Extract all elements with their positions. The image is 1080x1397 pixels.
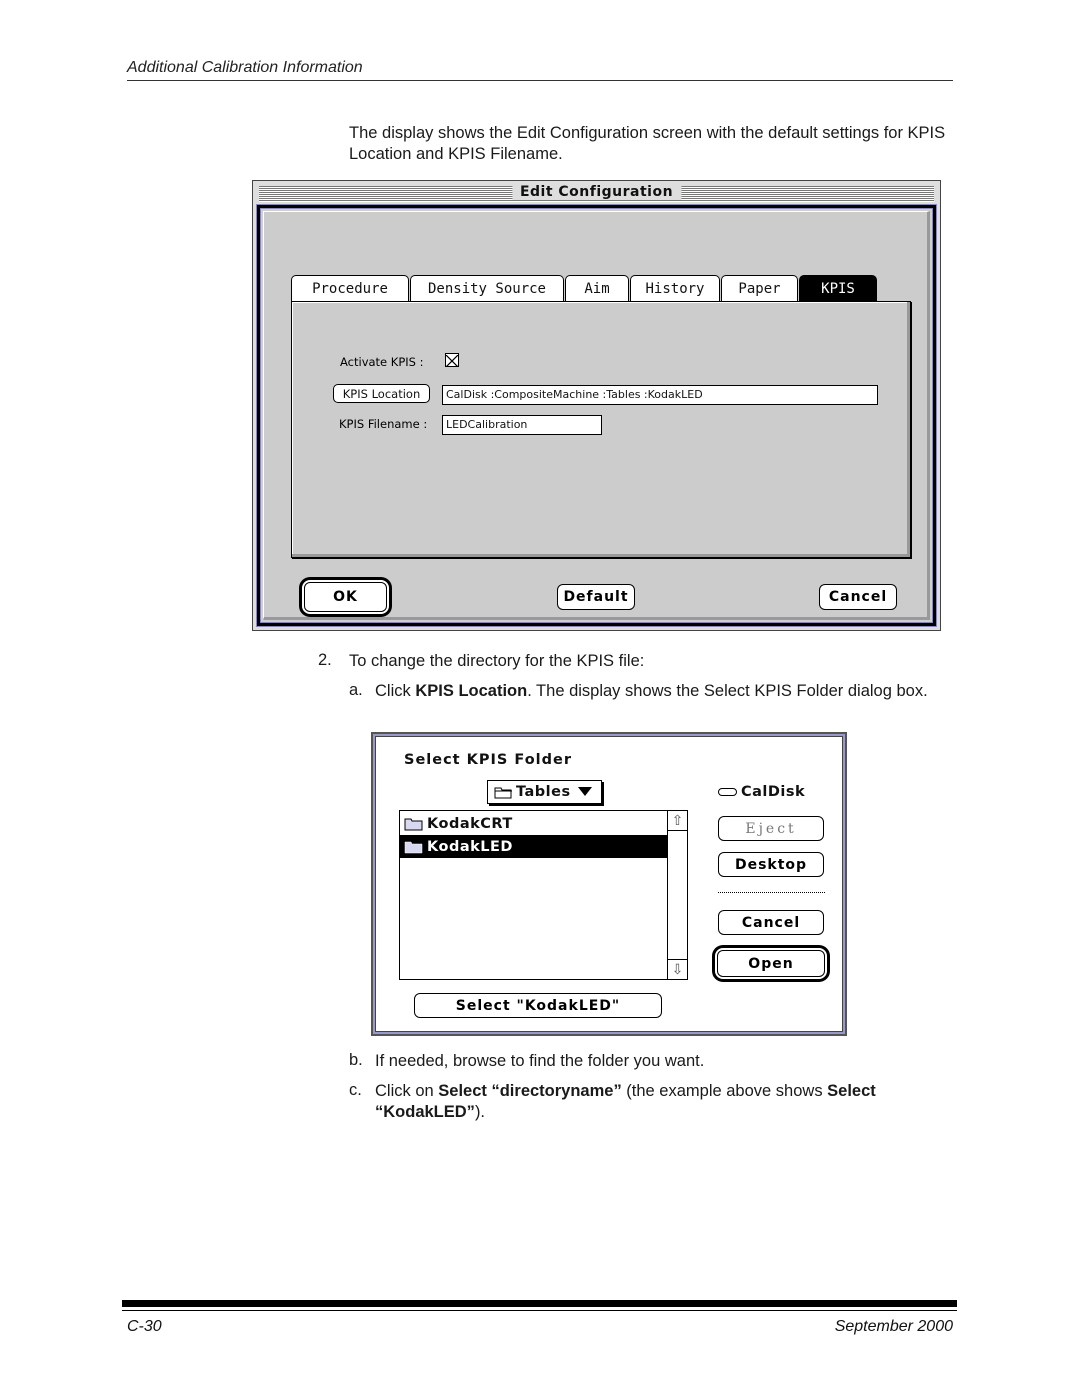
intro-paragraph: The display shows the Edit Configuration… — [349, 124, 946, 163]
step-a-text: Click KPIS Location. The display shows t… — [375, 681, 945, 702]
folder-name: KodakCRT — [427, 815, 513, 832]
text: ). — [474, 1103, 486, 1121]
kpis-filename-label: KPIS Filename : — [339, 417, 428, 431]
list-item[interactable]: KodakCRT — [400, 812, 668, 835]
open-folder-icon — [494, 787, 512, 799]
folder-icon — [404, 841, 423, 853]
tab-paper[interactable]: Paper — [721, 275, 798, 301]
ui-reference: Select “directoryname” — [438, 1082, 622, 1100]
title-bar[interactable]: Edit Configuration — [255, 183, 938, 205]
step-b-text: If needed, browse to find the folder you… — [375, 1052, 705, 1070]
kpis-filename-field[interactable]: LEDCalibration — [442, 415, 602, 435]
dotted-separator — [718, 892, 825, 893]
cancel-button[interactable]: Cancel — [819, 584, 897, 610]
page-number: C-30 — [127, 1318, 162, 1335]
cancel-button[interactable]: Cancel — [718, 910, 824, 935]
activate-kpis-label: Activate KPIS : — [340, 355, 424, 369]
scroll-down-arrow-icon[interactable]: ⇩ — [668, 959, 687, 979]
tab-label: Procedure — [312, 280, 388, 297]
desktop-button[interactable]: Desktop — [718, 852, 824, 877]
tab-procedure[interactable]: Procedure — [291, 275, 409, 301]
tab-label: Aim — [584, 280, 610, 297]
tab-history[interactable]: History — [630, 275, 720, 301]
select-kpis-folder-dialog: Select KPIS Folder Tables CalDisk KodakC… — [371, 732, 847, 1036]
select-folder-button[interactable]: Select "KodakLED" — [414, 993, 662, 1018]
folder-list[interactable]: KodakCRT KodakLED ⇧ ⇩ — [399, 810, 688, 980]
open-button[interactable]: Open — [717, 950, 825, 977]
footer-rule-thin — [122, 1310, 957, 1311]
step-c-marker: c. — [349, 1081, 362, 1099]
default-button[interactable]: Default — [557, 584, 635, 610]
step-c-text: Click on Select “directoryname” (the exa… — [375, 1081, 945, 1123]
list-scrollbar[interactable]: ⇧ ⇩ — [667, 811, 687, 979]
tab-label: Paper — [738, 280, 781, 297]
scroll-up-arrow-icon[interactable]: ⇧ — [668, 811, 687, 831]
window-content: Procedure Density Source Aim History Pap… — [263, 211, 930, 620]
eject-button[interactable]: Eject — [718, 816, 824, 841]
text: Click — [375, 682, 416, 700]
step-2-text: To change the directory for the KPIS fil… — [349, 652, 645, 670]
folder-popup-menu[interactable]: Tables — [487, 780, 602, 804]
tab-label: Density Source — [427, 280, 546, 297]
text: Click on — [375, 1082, 439, 1100]
step-a-marker: a. — [349, 681, 363, 699]
disk-icon — [718, 788, 737, 796]
ok-button[interactable]: OK — [304, 582, 387, 612]
text: . The display shows the Select KPIS Fold… — [527, 682, 928, 700]
edit-configuration-window: Edit Configuration Procedure Density Sou… — [252, 180, 941, 631]
folder-icon — [404, 818, 423, 830]
checkmark-x-icon — [445, 354, 459, 368]
current-folder-name: Tables — [516, 784, 571, 800]
header-rule — [127, 80, 953, 81]
step-b-marker: b. — [349, 1051, 363, 1069]
triangle-down-icon — [577, 787, 592, 796]
tab-aim[interactable]: Aim — [565, 275, 629, 301]
tab-kpis[interactable]: KPIS — [799, 275, 877, 301]
disk-name: CalDisk — [741, 784, 806, 800]
kpis-tab-panel: Activate KPIS : KPIS Location CalDisk :C… — [291, 301, 911, 558]
footer-date: September 2000 — [834, 1318, 953, 1335]
kpis-location-field[interactable]: CalDisk :CompositeMachine :Tables :Kodak… — [442, 385, 878, 405]
folder-name: KodakLED — [427, 838, 513, 855]
footer-rule-thick — [122, 1300, 957, 1307]
tab-label: History — [645, 280, 705, 297]
window-frame: Procedure Density Source Aim History Pap… — [257, 205, 936, 626]
tab-density-source[interactable]: Density Source — [410, 275, 564, 301]
running-head: Additional Calibration Information — [127, 59, 363, 76]
tab-label: KPIS — [821, 280, 855, 297]
dialog-title: Select KPIS Folder — [404, 752, 573, 768]
activate-kpis-checkbox[interactable] — [445, 353, 459, 368]
text: (the example above shows — [621, 1082, 828, 1100]
ui-reference: KPIS Location — [415, 682, 528, 700]
window-title: Edit Configuration — [511, 184, 682, 200]
list-item-selected[interactable]: KodakLED — [400, 835, 668, 858]
disk-label: CalDisk — [718, 784, 805, 800]
step-number: 2. — [318, 651, 332, 669]
eject-label-disabled: Eject — [745, 820, 797, 837]
kpis-location-button[interactable]: KPIS Location — [333, 384, 430, 403]
